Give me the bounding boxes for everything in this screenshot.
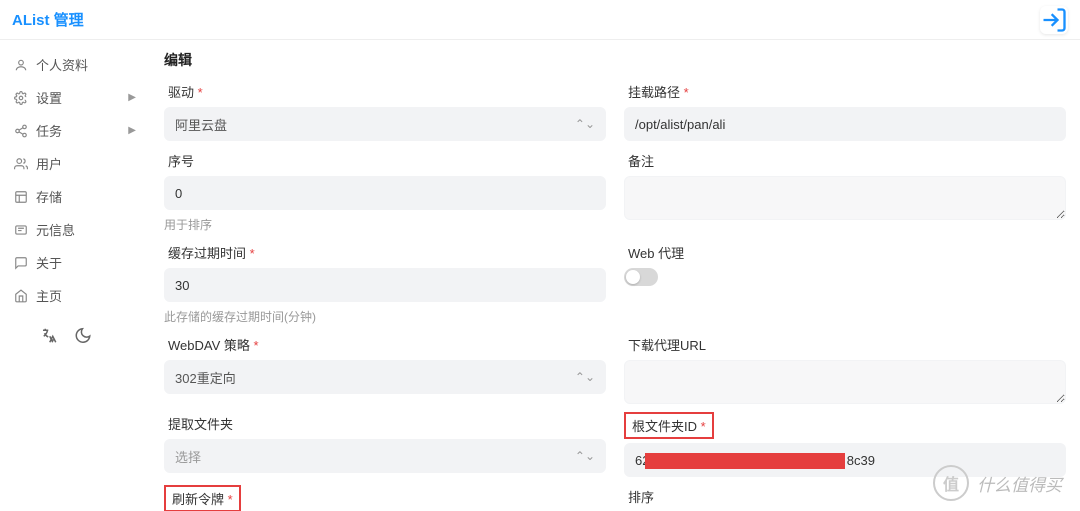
sidebar-item-profile[interactable]: 个人资料 <box>0 48 150 81</box>
field-down-proxy-url: 下载代理URL <box>624 333 1066 404</box>
extract-select[interactable]: 选择 ⌃⌄ <box>164 439 606 473</box>
share-icon <box>14 124 28 138</box>
gear-icon <box>14 91 28 105</box>
label-index: 序号 <box>164 149 606 172</box>
dark-mode-icon[interactable] <box>74 324 92 347</box>
nav-label: 关于 <box>36 253 62 272</box>
select-placeholder: 选择 <box>175 447 201 466</box>
field-cache-exp: 缓存过期时间 此存储的缓存过期时间(分钟) <box>164 241 606 325</box>
index-input[interactable] <box>164 176 606 210</box>
meta-icon <box>14 223 28 237</box>
value-right: 8c39 <box>847 453 875 468</box>
nav-label: 元信息 <box>36 220 75 239</box>
nav-label: 主页 <box>36 286 62 305</box>
helper-index: 用于排序 <box>164 216 606 233</box>
label-down-proxy: 下载代理URL <box>624 333 1066 356</box>
nav-label: 任务 <box>36 121 62 140</box>
label-cache-exp: 缓存过期时间 <box>164 241 606 264</box>
form-grid: 驱动 阿里云盘 ⌃⌄ 挂载路径 序号 用于排序 备注 缓存过期时间 <box>164 80 1066 511</box>
field-extract-folder: 提取文件夹 选择 ⌃⌄ <box>164 412 606 477</box>
nav-label: 设置 <box>36 88 62 107</box>
app-brand[interactable]: AList 管理 <box>12 9 84 30</box>
label-mount-path: 挂载路径 <box>624 80 1066 103</box>
label-root-folder: 根文件夹ID <box>624 412 714 439</box>
select-value: 302重定向 <box>175 368 236 387</box>
nav-label: 存储 <box>36 187 62 206</box>
label-refresh-wrap: 刷新令牌 <box>164 485 606 511</box>
chevron-right-icon: ▶ <box>128 125 136 136</box>
root-folder-input[interactable]: 622 8c39 <box>624 443 1066 477</box>
sidebar-item-settings[interactable]: 设置 ▶ <box>0 81 150 114</box>
main-content: 编辑 驱动 阿里云盘 ⌃⌄ 挂载路径 序号 用于排序 备注 <box>150 40 1080 511</box>
users-icon <box>14 157 28 171</box>
web-proxy-toggle[interactable] <box>624 268 658 286</box>
field-driver: 驱动 阿里云盘 ⌃⌄ <box>164 80 606 141</box>
label-refresh-token: 刷新令牌 <box>164 485 241 511</box>
field-web-proxy: Web 代理 <box>624 241 1066 325</box>
field-refresh-token: 刷新令牌 5e 4d <box>164 485 606 511</box>
label-root-folder-wrap: 根文件夹ID <box>624 412 1066 439</box>
remark-textarea[interactable] <box>624 176 1066 220</box>
language-icon[interactable] <box>40 324 58 347</box>
chevron-right-icon: ▶ <box>128 92 136 103</box>
label-order-by: 排序 <box>624 485 1066 508</box>
cache-exp-input[interactable] <box>164 268 606 302</box>
exit-icon[interactable] <box>1040 6 1068 34</box>
label-driver: 驱动 <box>164 80 606 103</box>
layout: 个人资料 设置 ▶ 任务 ▶ 用户 存储 元信息 关于 主页 编辑 <box>0 40 1080 511</box>
app-header: AList 管理 <box>0 0 1080 40</box>
home-icon <box>14 289 28 303</box>
sidebar-tools <box>0 312 150 347</box>
helper-cache: 此存储的缓存过期时间(分钟) <box>164 308 606 325</box>
sidebar-item-users[interactable]: 用户 <box>0 147 150 180</box>
user-circle-icon <box>14 58 28 72</box>
field-remark: 备注 <box>624 149 1066 233</box>
caret-icon: ⌃⌄ <box>575 117 595 131</box>
field-webdav-policy: WebDAV 策略 302重定向 ⌃⌄ <box>164 333 606 404</box>
label-web-proxy: Web 代理 <box>624 241 1066 264</box>
field-order-by: 排序 选择 ⌃⌄ <box>624 485 1066 511</box>
caret-icon: ⌃⌄ <box>575 370 595 384</box>
label-webdav: WebDAV 策略 <box>164 333 606 356</box>
sidebar-item-storage[interactable]: 存储 <box>0 180 150 213</box>
nav-label: 用户 <box>36 154 62 173</box>
nav-label: 个人资料 <box>36 55 88 74</box>
down-proxy-textarea[interactable] <box>624 360 1066 404</box>
sidebar-item-about[interactable]: 关于 <box>0 246 150 279</box>
sidebar-item-meta[interactable]: 元信息 <box>0 213 150 246</box>
mount-path-input[interactable] <box>624 107 1066 141</box>
sidebar-item-tasks[interactable]: 任务 ▶ <box>0 114 150 147</box>
label-remark: 备注 <box>624 149 1066 172</box>
field-mount-path: 挂载路径 <box>624 80 1066 141</box>
storage-icon <box>14 190 28 204</box>
select-value: 阿里云盘 <box>175 115 227 134</box>
caret-icon: ⌃⌄ <box>575 449 595 463</box>
chat-icon <box>14 256 28 270</box>
webdav-select[interactable]: 302重定向 ⌃⌄ <box>164 360 606 394</box>
page-title: 编辑 <box>164 50 1066 70</box>
driver-select[interactable]: 阿里云盘 ⌃⌄ <box>164 107 606 141</box>
label-extract: 提取文件夹 <box>164 412 606 435</box>
sidebar-item-home[interactable]: 主页 <box>0 279 150 312</box>
field-root-folder-id: 根文件夹ID 622 8c39 <box>624 412 1066 477</box>
field-index: 序号 用于排序 <box>164 149 606 233</box>
value-left: 622 <box>635 453 657 468</box>
sidebar: 个人资料 设置 ▶ 任务 ▶ 用户 存储 元信息 关于 主页 <box>0 40 150 511</box>
